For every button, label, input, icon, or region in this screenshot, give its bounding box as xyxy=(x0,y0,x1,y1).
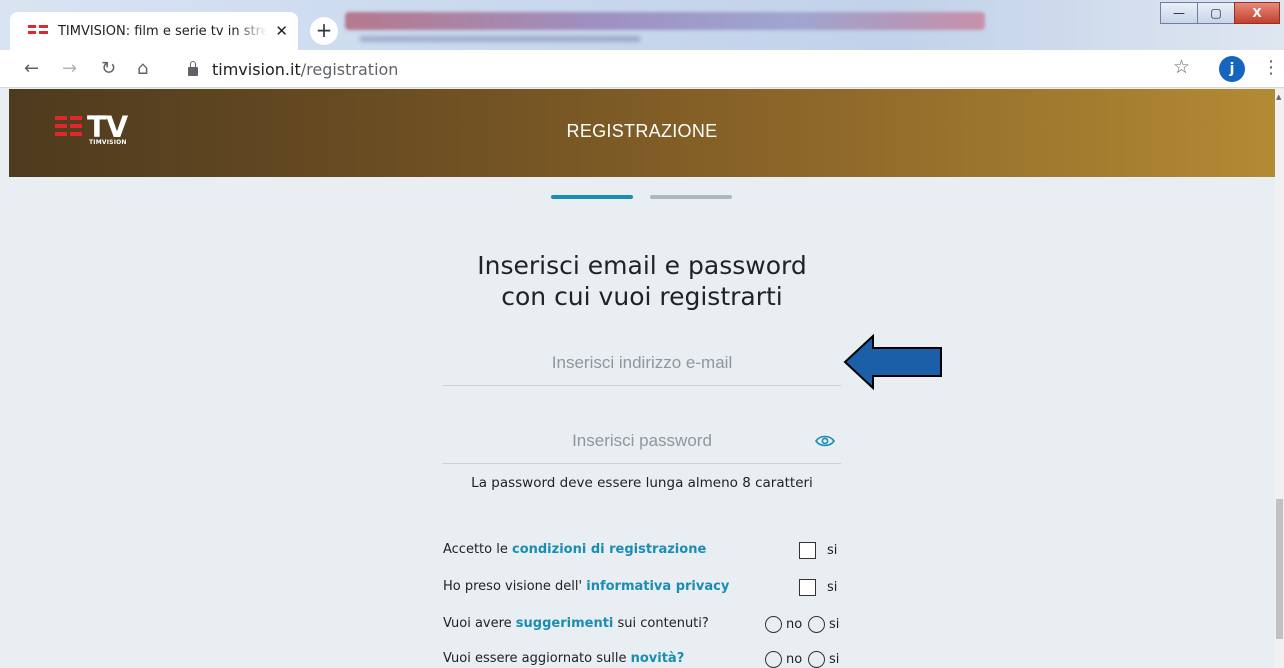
news-no-radio[interactable] xyxy=(765,651,782,668)
form-heading: Inserisci email e password con cui vuoi … xyxy=(9,250,1275,312)
window-controls: — ▢ X xyxy=(1160,2,1280,24)
radio-label-no: no xyxy=(786,617,803,632)
annotation-arrow-icon xyxy=(843,334,942,390)
password-hint: La password deve essere lunga almeno 8 c… xyxy=(471,475,813,491)
scroll-up-icon[interactable]: ▲ xyxy=(1276,93,1281,101)
reload-icon[interactable]: ↻ xyxy=(101,58,116,79)
registration-terms-checkbox[interactable] xyxy=(799,542,816,559)
registration-page: TV TIMVISION REGISTRAZIONE Inserisci ema… xyxy=(9,89,1275,668)
new-tab-button[interactable]: + xyxy=(310,17,338,45)
profile-avatar[interactable]: j xyxy=(1219,56,1245,82)
forward-arrow-icon[interactable]: → xyxy=(62,58,77,79)
news-link[interactable]: novità? xyxy=(631,651,685,666)
email-input[interactable] xyxy=(443,344,841,382)
checkbox-label-si: si xyxy=(827,580,838,595)
minimize-button[interactable]: — xyxy=(1160,2,1198,24)
email-field xyxy=(443,344,841,386)
menu-kebab-icon[interactable]: ⋮ xyxy=(1262,57,1280,78)
preference-row-suggestions: Vuoi avere suggerimenti sui contenuti? n… xyxy=(443,616,840,633)
maximize-button[interactable]: ▢ xyxy=(1197,2,1235,24)
page-header: TV TIMVISION REGISTRAZIONE xyxy=(9,89,1275,177)
browser-toolbar: ← → ↻ ⌂ timvision.it/registration ☆ j ⋮ xyxy=(0,50,1284,88)
registration-terms-link[interactable]: condizioni di registrazione xyxy=(512,542,706,557)
privacy-policy-link[interactable]: informativa privacy xyxy=(586,579,729,594)
lock-icon xyxy=(188,60,198,76)
scrollbar-thumb[interactable] xyxy=(1276,499,1283,639)
radio-label-no: no xyxy=(786,652,803,667)
password-field xyxy=(443,422,841,464)
privacy-checkbox[interactable] xyxy=(799,579,816,596)
close-window-button[interactable]: X xyxy=(1234,2,1280,24)
radio-label-si: si xyxy=(829,617,840,632)
page-scrollbar[interactable]: ▲ xyxy=(1275,89,1284,668)
consent-row-privacy: Ho preso visione dell' informativa priva… xyxy=(443,579,838,596)
url-text: timvision.it/registration xyxy=(212,59,399,79)
page-title: REGISTRAZIONE xyxy=(566,121,718,141)
suggestions-link[interactable]: suggerimenti xyxy=(516,616,614,631)
password-input[interactable] xyxy=(443,422,841,460)
radio-label-si: si xyxy=(829,652,840,667)
address-bar[interactable]: timvision.it/registration xyxy=(172,55,1172,83)
blurred-background-window xyxy=(345,12,985,30)
suggestions-si-radio[interactable] xyxy=(808,616,825,633)
bookmark-star-icon[interactable]: ☆ xyxy=(1173,56,1190,78)
checkbox-label-si: si xyxy=(827,543,838,558)
step-2-bar xyxy=(650,195,732,199)
step-1-bar xyxy=(551,195,633,199)
browser-tab[interactable]: TIMVISION: film e serie tv in streaming … xyxy=(10,12,298,50)
browser-tab-strip: TIMVISION: film e serie tv in streaming … xyxy=(0,0,1284,50)
blurred-background-window xyxy=(360,36,640,42)
consent-row-registration: Accetto le condizioni di registrazione s… xyxy=(443,542,838,559)
preference-row-news: Vuoi essere aggiornato sulle novità? no … xyxy=(443,651,840,668)
heading-line-2: con cui vuoi registrarti xyxy=(501,282,783,311)
home-icon[interactable]: ⌂ xyxy=(137,58,148,79)
heading-line-1: Inserisci email e password xyxy=(477,251,807,280)
back-arrow-icon[interactable]: ← xyxy=(24,58,39,79)
timvision-favicon-icon xyxy=(28,24,48,38)
tab-close-icon[interactable]: ✕ xyxy=(275,22,288,40)
show-password-eye-icon[interactable] xyxy=(815,434,835,448)
news-si-radio[interactable] xyxy=(808,651,825,668)
suggestions-no-radio[interactable] xyxy=(765,616,782,633)
tab-title: TIMVISION: film e serie tv in streaming xyxy=(57,23,268,39)
